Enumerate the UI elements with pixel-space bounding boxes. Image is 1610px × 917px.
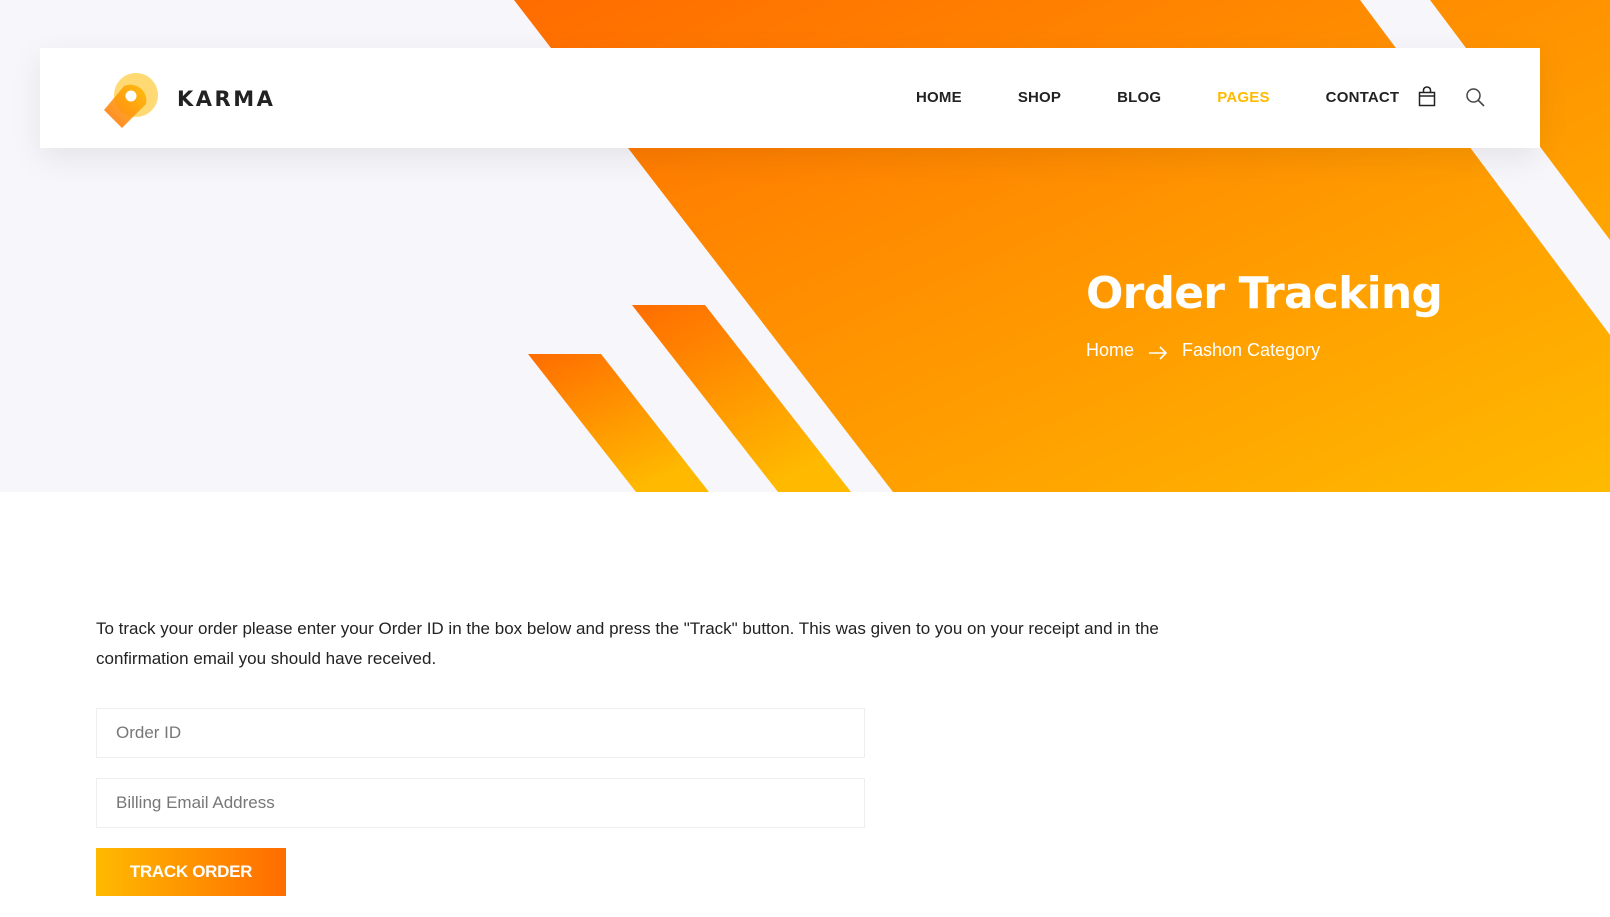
billing-email-input[interactable] — [96, 778, 865, 828]
map-pin-logo-icon — [104, 73, 158, 128]
track-order-button[interactable]: TRACK ORDER — [96, 848, 286, 896]
nav-item-contact: CONTACT — [1326, 89, 1400, 107]
order-tracking-section: To track your order please enter your Or… — [96, 614, 1226, 896]
search-icon[interactable] — [1464, 86, 1486, 108]
hero-stripe-1 — [528, 354, 709, 492]
brand-name: KARMA — [177, 87, 276, 111]
nav-link-shop[interactable]: SHOP — [1018, 89, 1061, 106]
nav-link-contact[interactable]: CONTACT — [1326, 89, 1400, 106]
nav-item-blog: BLOG — [1117, 89, 1161, 107]
tracking-form: TRACK ORDER — [96, 708, 1226, 896]
logo-link[interactable]: KARMA — [95, 66, 275, 132]
nav-link-blog[interactable]: BLOG — [1117, 89, 1161, 106]
order-id-input[interactable] — [96, 708, 865, 758]
tracking-instructions: To track your order please enter your Or… — [96, 619, 1159, 668]
breadcrumb: Home Fashon Category — [1086, 340, 1320, 361]
shopping-bag-icon[interactable] — [1416, 86, 1438, 108]
nav-link-pages[interactable]: PAGES — [1217, 89, 1269, 106]
nav-link-home[interactable]: HOME — [916, 89, 962, 106]
nav-item-shop: SHOP — [1018, 89, 1061, 107]
page-title: Order Tracking — [1086, 268, 1443, 319]
nav-menu: HOME SHOP BLOG PAGES CONTACT — [916, 48, 1399, 148]
nav-item-pages: PAGES — [1217, 89, 1269, 107]
arrow-right-icon — [1148, 344, 1168, 360]
nav-item-home: HOME — [916, 89, 962, 107]
main-navbar: KARMA HOME SHOP BLOG PAGES CONTACT — [40, 48, 1540, 148]
breadcrumb-current-link[interactable]: Fashon Category — [1182, 340, 1320, 361]
breadcrumb-home-link[interactable]: Home — [1086, 340, 1134, 361]
